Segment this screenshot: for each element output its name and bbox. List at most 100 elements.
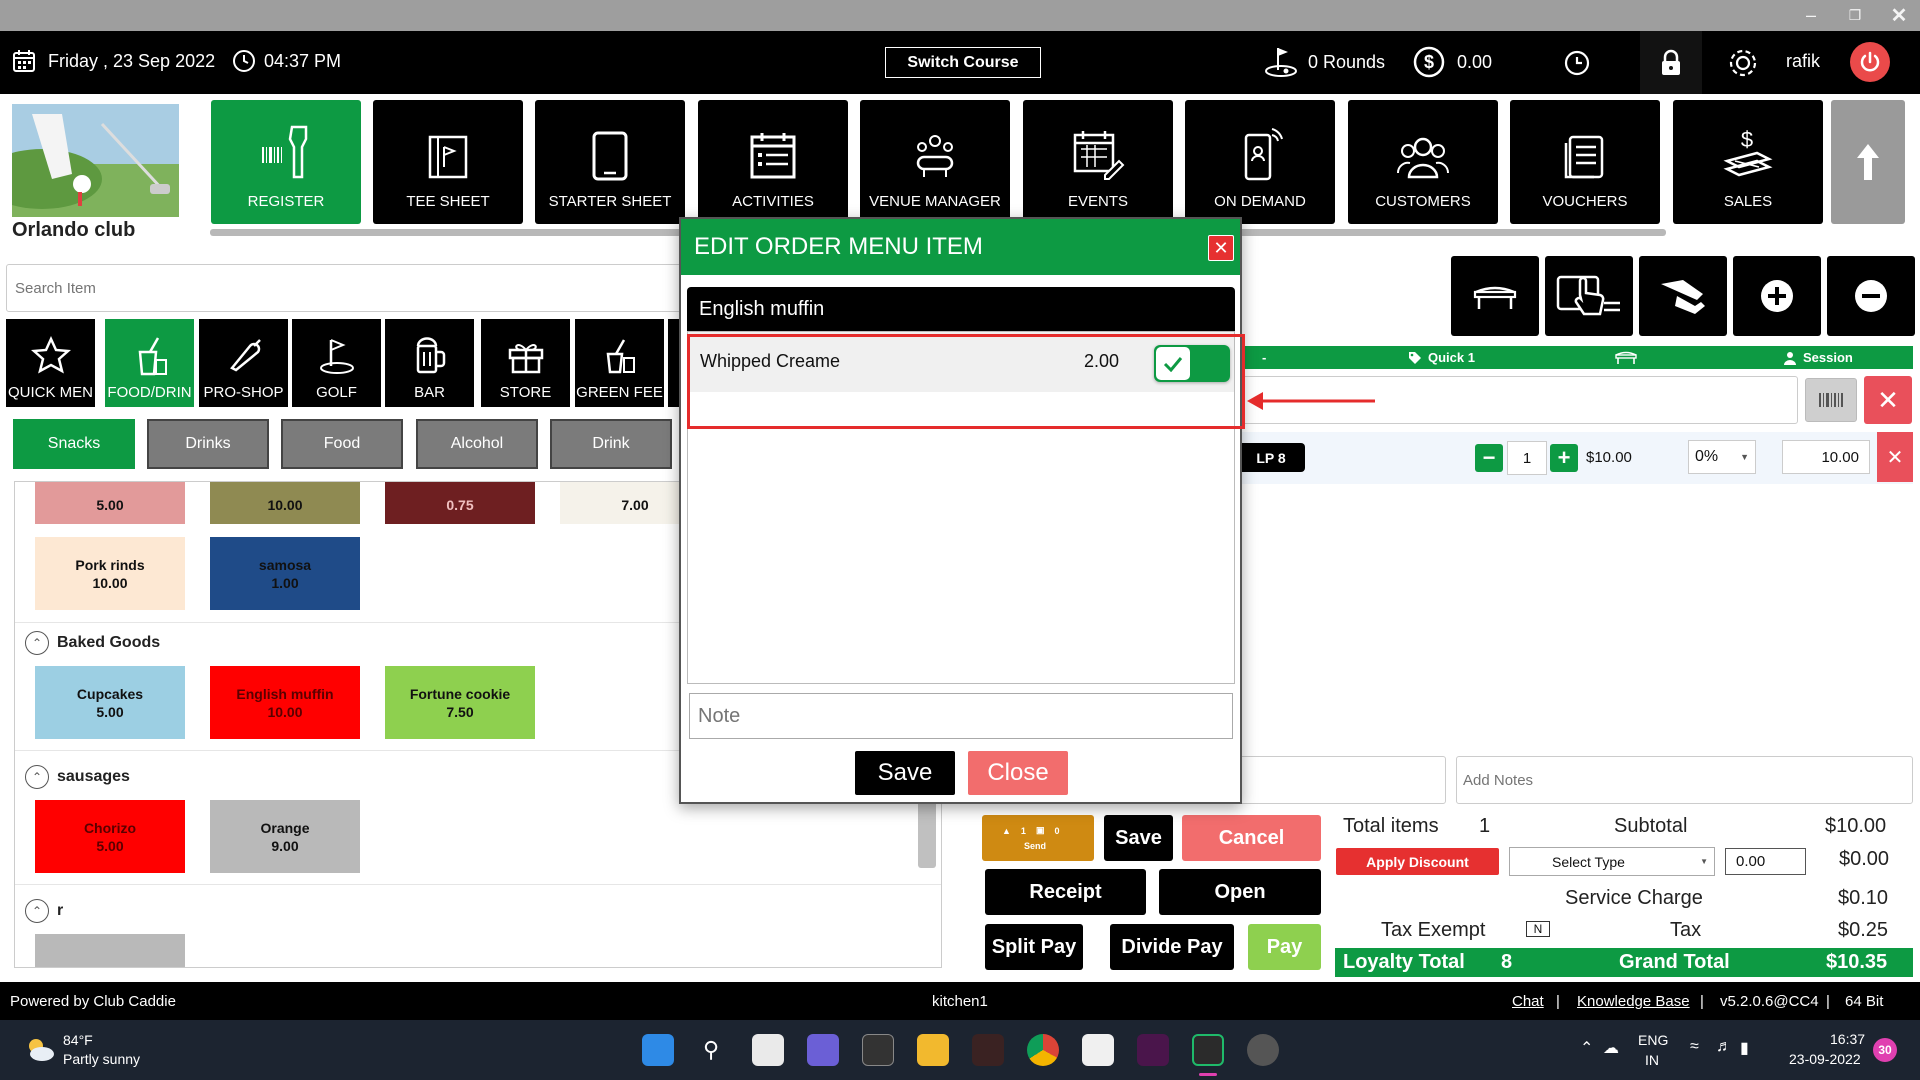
minimize-icon[interactable]: – [1796, 4, 1826, 26]
switch-course-button[interactable]: Switch Course [885, 47, 1041, 78]
add-notes-input[interactable] [1456, 756, 1913, 804]
dialog-save-button[interactable]: Save [855, 751, 955, 795]
category-tile-golf[interactable]: GOLF [292, 319, 381, 407]
volume-icon[interactable]: ♬ [1716, 1038, 1732, 1056]
nav-tile-customers[interactable]: CUSTOMERS [1348, 100, 1498, 224]
subtab-food[interactable]: Food [281, 419, 403, 469]
wifi-icon[interactable]: ≈ [1690, 1038, 1699, 1056]
clear-scan-button[interactable]: ✕ [1864, 376, 1912, 424]
tax-exempt-flag[interactable]: N [1526, 921, 1550, 937]
search-icon[interactable]: ⚲ [695, 1034, 727, 1066]
settings-gear-icon[interactable] [1726, 46, 1760, 80]
menu-item-tile[interactable]: Orange 9.00 [210, 800, 360, 873]
add-button[interactable] [1733, 256, 1821, 336]
file-explorer-icon[interactable] [917, 1034, 949, 1066]
nav-tile-tee-sheet[interactable]: TEE SHEET [373, 100, 523, 224]
menu-item-tile[interactable]: 5.00 [35, 482, 185, 524]
battery-icon[interactable]: ▮ [1740, 1038, 1749, 1058]
nav-tile-sales[interactable]: $ SALES [1673, 100, 1823, 224]
scroll-up-button[interactable] [1831, 100, 1905, 224]
section-header[interactable]: ⌃ Baked Goods [25, 631, 160, 655]
menu-item-tile[interactable]: samosa 1.00 [210, 537, 360, 610]
subtab-snacks[interactable]: Snacks [13, 419, 135, 469]
section-header[interactable]: ⌃ r [25, 899, 63, 923]
note-input[interactable] [689, 693, 1233, 739]
tray-clock[interactable]: 16:37 [1830, 1031, 1865, 1047]
history-clock-icon[interactable] [1564, 50, 1590, 76]
touch-menu-button[interactable] [1545, 256, 1633, 336]
menu-item-tile[interactable]: English muffin 10.00 [210, 666, 360, 739]
send-button[interactable]: ▲ 1 ▣ 0 Send [982, 815, 1094, 861]
nav-tile-on-demand[interactable]: ON DEMAND [1185, 100, 1335, 224]
cart-head-session[interactable]: Session [1783, 350, 1853, 365]
nav-tile-venue-manager[interactable]: VENUE MANAGER [860, 100, 1010, 224]
knowledge-base-link[interactable]: Knowledge Base [1577, 993, 1690, 1010]
recorder-app-icon[interactable] [1247, 1034, 1279, 1066]
nav-tile-vouchers[interactable]: VOUCHERS [1510, 100, 1660, 224]
nav-tile-activities[interactable]: ACTIVITIES [698, 100, 848, 224]
club-caddie-app-icon[interactable] [1192, 1034, 1224, 1066]
receipt-button[interactable]: Receipt [985, 869, 1146, 915]
category-tile-bar[interactable]: BAR [385, 319, 474, 407]
chrome-icon[interactable] [1027, 1034, 1059, 1066]
onedrive-cloud-icon[interactable]: ☁ [1603, 1038, 1619, 1058]
microsoft-store-icon[interactable] [1082, 1034, 1114, 1066]
remove-item-button[interactable]: ✕ [1877, 432, 1913, 482]
gaming-app-icon[interactable] [972, 1034, 1004, 1066]
menu-item-tile[interactable]: Chorizo 5.00 [35, 800, 185, 873]
discount-select[interactable]: 0% ▼ [1688, 440, 1756, 474]
category-tile-quick-men[interactable]: QUICK MEN [6, 319, 95, 407]
nav-tile-register[interactable]: REGISTER [211, 100, 361, 224]
dialog-close-text-button[interactable]: Close [968, 751, 1068, 795]
category-tile-store[interactable]: STORE [481, 319, 570, 407]
hand-card-button[interactable] [1639, 256, 1727, 336]
subtab-drinks[interactable]: Drinks [147, 419, 269, 469]
menu-item-tile[interactable]: 10.00 [210, 482, 360, 524]
remove-button[interactable] [1827, 256, 1915, 336]
menu-item-tile[interactable]: Cupcakes 5.00 [35, 666, 185, 739]
task-view-icon[interactable] [752, 1034, 784, 1066]
slack-icon[interactable] [1137, 1034, 1169, 1066]
lock-button[interactable] [1640, 31, 1702, 94]
terminal-icon[interactable] [862, 1034, 894, 1066]
amount-input[interactable]: 10.00 [1782, 440, 1870, 474]
open-button[interactable]: Open [1159, 869, 1321, 915]
category-tile-green-fee[interactable]: GREEN FEE [575, 319, 664, 407]
tray-chevron-up-icon[interactable]: ⌃ [1580, 1038, 1593, 1058]
split-pay-button[interactable]: Split Pay [985, 924, 1083, 970]
save-order-button[interactable]: Save [1104, 815, 1173, 861]
subtab-drink[interactable]: Drink [550, 419, 672, 469]
qty-increment-button[interactable]: + [1550, 444, 1578, 472]
table-button[interactable] [1451, 256, 1539, 336]
discount-value-input[interactable]: 0.00 [1725, 848, 1806, 875]
restore-icon[interactable]: ❐ [1840, 4, 1870, 26]
nav-tile-events[interactable]: EVENTS [1023, 100, 1173, 224]
category-tile-food-drin[interactable]: FOOD/DRIN [105, 319, 194, 407]
menu-item-tile[interactable]: poha [35, 934, 185, 967]
windows-start-icon[interactable] [642, 1034, 674, 1066]
language-text[interactable]: ENG [1638, 1032, 1668, 1048]
menu-item-tile[interactable]: 0.75 [385, 482, 535, 524]
notification-badge[interactable]: 30 [1873, 1038, 1897, 1062]
power-button[interactable] [1850, 42, 1890, 82]
subtab-alcohol[interactable]: Alcohol [416, 419, 538, 469]
discount-type-select[interactable]: Select Type ▼ [1509, 847, 1715, 876]
teams-chat-icon[interactable] [807, 1034, 839, 1066]
divide-pay-button[interactable]: Divide Pay [1110, 924, 1234, 970]
section-header[interactable]: ⌃ sausages [25, 765, 130, 789]
apply-discount-button[interactable]: Apply Discount [1336, 848, 1499, 875]
window-close-icon[interactable]: ✕ [1884, 4, 1914, 27]
cancel-order-button[interactable]: Cancel [1182, 815, 1321, 861]
qty-decrement-button[interactable]: − [1475, 444, 1503, 472]
chat-link[interactable]: Chat [1512, 993, 1544, 1010]
weather-icon[interactable] [24, 1035, 56, 1063]
dialog-close-button[interactable]: ✕ [1208, 235, 1234, 261]
search-item-input[interactable] [6, 264, 686, 312]
tray-date[interactable]: 23-09-2022 [1789, 1051, 1861, 1067]
menu-item-tile[interactable]: Fortune cookie 7.50 [385, 666, 535, 739]
cart-head-quick[interactable]: Quick 1 [1408, 350, 1475, 365]
menu-item-tile[interactable]: Pork rinds 10.00 [35, 537, 185, 610]
qty-input[interactable]: 1 [1507, 441, 1547, 475]
nav-tile-starter-sheet[interactable]: STARTER SHEET [535, 100, 685, 224]
category-tile-pro-shop[interactable]: PRO-SHOP [199, 319, 288, 407]
